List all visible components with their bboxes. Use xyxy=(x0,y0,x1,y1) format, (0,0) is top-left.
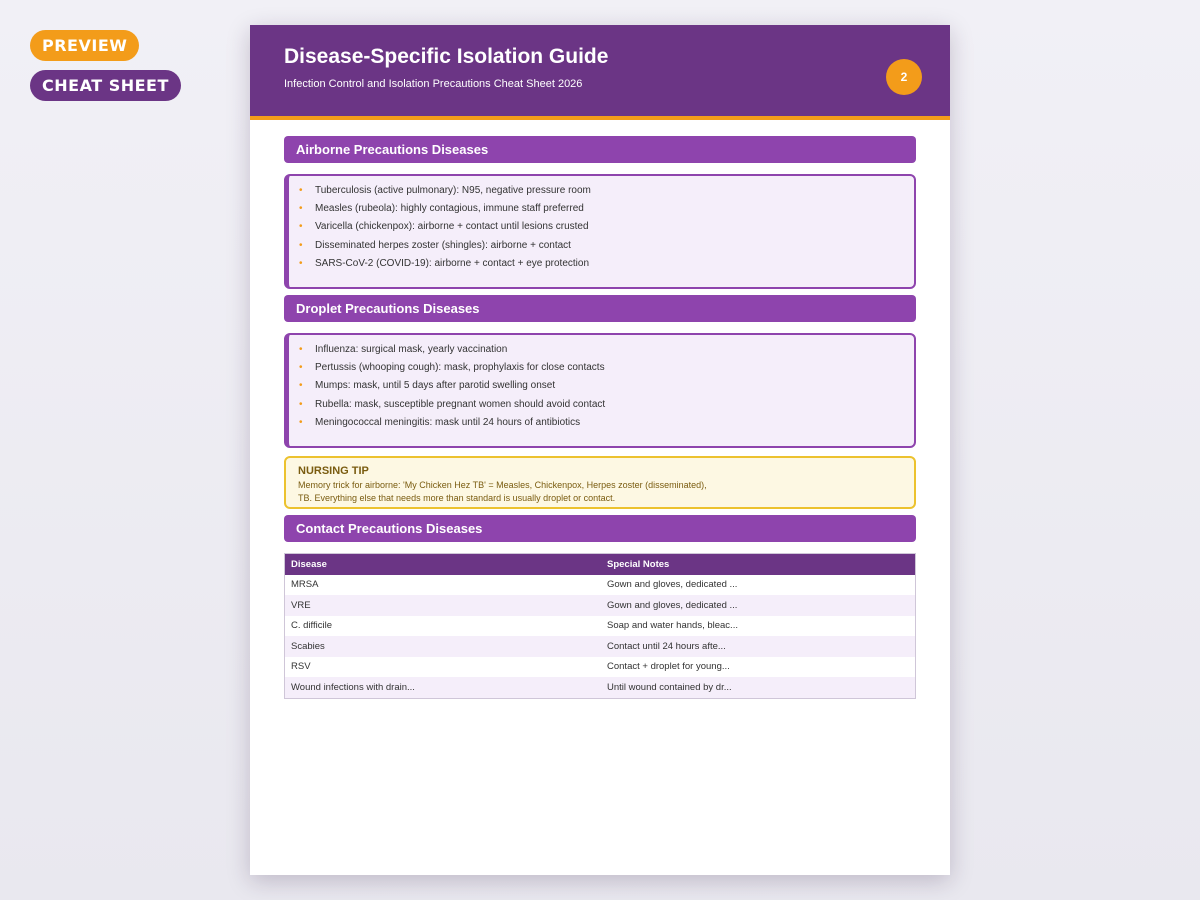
table-row: VRE Gown and gloves, dedicated ... xyxy=(285,595,915,616)
list-item: • SARS-CoV-2 (COVID-19): airborne + conta… xyxy=(299,255,904,273)
cell-disease: Scabies xyxy=(291,640,325,652)
cell-disease: RSV xyxy=(291,661,311,673)
bullet-icon: • xyxy=(299,398,303,410)
list-item: • Tuberculosis (active pulmonary): N95, n… xyxy=(299,182,904,200)
cell-notes: Gown and gloves, dedicated ... xyxy=(607,599,738,611)
list-item-text: Mumps: mask, until 5 days after parotid … xyxy=(315,380,556,392)
bullet-icon: • xyxy=(299,257,303,269)
list-item-text: Tuberculosis (active pulmonary): N95, ne… xyxy=(315,185,591,196)
list-item: • Varicella (chickenpox): airborne + cont… xyxy=(299,218,904,236)
cell-disease: MRSA xyxy=(291,579,319,591)
section-header-droplet: Droplet Precautions Diseases xyxy=(284,295,916,322)
cell-disease: C. difficile xyxy=(291,620,333,632)
page-title: Disease-Specific Isolation Guide xyxy=(284,45,609,68)
table-row: Wound infections with drain... Until wou… xyxy=(285,677,915,698)
cell-disease: Wound infections with drain... xyxy=(291,681,415,693)
cell-disease: VRE xyxy=(291,599,311,611)
cell-notes: Gown and gloves, dedicated ... xyxy=(607,579,738,591)
list-item: • Measles (rubeola): highly contagious, i… xyxy=(299,200,904,218)
table-row: Scabies Contact until 24 hours afte... xyxy=(285,636,915,657)
airborne-disease-list: • Tuberculosis (active pulmonary): N95, n… xyxy=(284,174,916,289)
bullet-icon: • xyxy=(299,221,303,233)
list-item: • Influenza: surgical mask, yearly vaccin… xyxy=(299,341,904,359)
list-item: • Meningococcal meningitis: mask until 24… xyxy=(299,414,904,432)
cell-notes: Contact + droplet for young... xyxy=(607,661,730,673)
table-row: MRSA Gown and gloves, dedicated ... xyxy=(285,574,915,595)
list-item: • Disseminated herpes zoster (shingles): … xyxy=(299,237,904,255)
page-subtitle: Infection Control and Isolation Precauti… xyxy=(284,78,583,90)
header-accent-stripe xyxy=(250,116,950,120)
droplet-disease-list: • Influenza: surgical mask, yearly vaccin… xyxy=(284,333,916,448)
list-item: • Pertussis (whooping cough): mask, proph… xyxy=(299,359,904,377)
bullet-icon: • xyxy=(299,185,303,196)
page-number-badge: 2 xyxy=(886,59,922,95)
bullet-icon: • xyxy=(299,344,303,355)
column-header-disease: Disease xyxy=(291,558,327,570)
list-item-text: Pertussis (whooping cough): mask, prophy… xyxy=(315,362,605,374)
cheat-sheet-badge: CHEAT SHEET xyxy=(30,70,181,101)
tip-title: NURSING TIP xyxy=(298,465,369,477)
bullet-icon: • xyxy=(299,239,303,251)
section-header-airborne: Airborne Precautions Diseases xyxy=(284,136,916,163)
bullet-icon: • xyxy=(299,380,303,392)
table-header-row: Disease Special Notes xyxy=(285,554,915,575)
page-header: Disease-Specific Isolation Guide Infecti… xyxy=(250,25,950,116)
list-item: • Rubella: mask, susceptible pregnant wom… xyxy=(299,396,904,414)
list-item-text: Varicella (chickenpox): airborne + conta… xyxy=(315,221,589,233)
table-row: RSV Contact + droplet for young... xyxy=(285,656,915,677)
table-row: C. difficile Soap and water hands, bleac… xyxy=(285,615,915,636)
bullet-icon: • xyxy=(299,416,303,428)
list-item-text: Meningococcal meningitis: mask until 24 … xyxy=(315,416,581,428)
list-item-text: Disseminated herpes zoster (shingles): a… xyxy=(315,239,571,251)
contact-disease-table: Disease Special Notes MRSA Gown and glov… xyxy=(284,553,916,699)
preview-badge: PREVIEW xyxy=(30,30,140,61)
list-item-text: Measles (rubeola): highly contagious, im… xyxy=(315,203,584,215)
section-header-contact: Contact Precautions Diseases xyxy=(284,515,916,542)
cell-notes: Contact until 24 hours afte... xyxy=(607,640,726,652)
tip-text: Memory trick for airborne: 'My Chicken H… xyxy=(298,480,707,503)
list-item-text: Influenza: surgical mask, yearly vaccina… xyxy=(315,344,508,355)
column-header-notes: Special Notes xyxy=(607,558,670,570)
list-item-text: SARS-CoV-2 (COVID-19): airborne + contac… xyxy=(315,257,590,269)
cell-notes: Until wound contained by dr... xyxy=(607,681,732,693)
list-item-text: Rubella: mask, susceptible pregnant wome… xyxy=(315,398,606,410)
cell-notes: Soap and water hands, bleac... xyxy=(607,620,738,632)
bullet-icon: • xyxy=(299,362,303,374)
document-page: Disease-Specific Isolation Guide Infecti… xyxy=(250,25,950,875)
list-item: • Mumps: mask, until 5 days after parotid… xyxy=(299,377,904,395)
nursing-tip-callout: NURSING TIP Memory trick for airborne: '… xyxy=(284,456,916,509)
bullet-icon: • xyxy=(299,203,303,215)
